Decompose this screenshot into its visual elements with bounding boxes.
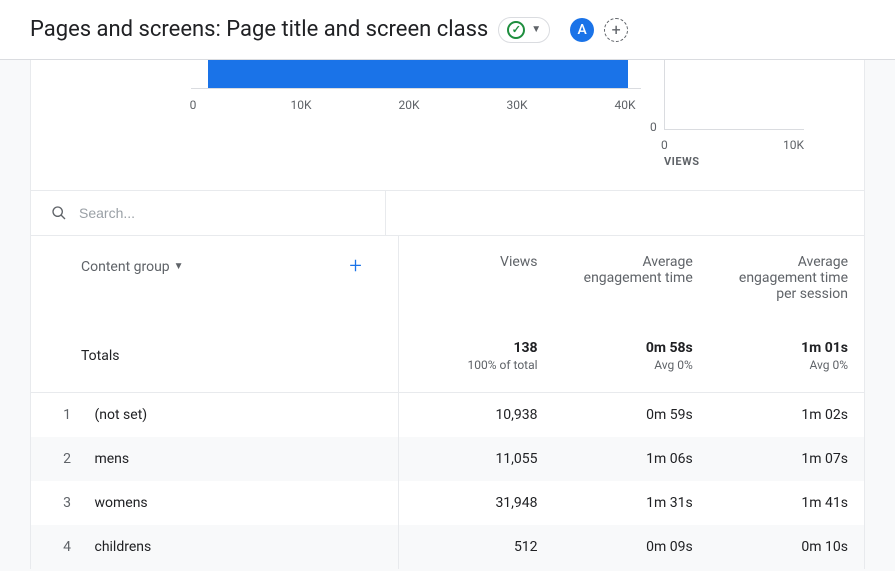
metric-cell: 1m 07s [709, 437, 864, 481]
dimension-value: (not set) [94, 407, 147, 423]
mini-tick: 0 [661, 138, 668, 152]
totals-row: Totals 138 100% of total 0m 58s Avg 0% 1… [31, 320, 864, 393]
controls-spacer [386, 191, 864, 236]
axis-tick: 0 [190, 98, 197, 112]
metric-cell: 0m 09s [554, 525, 709, 569]
metric-cell: 0m 59s [554, 393, 709, 438]
dimension-value: mens [94, 451, 129, 467]
segment-badge-a[interactable]: A [570, 18, 594, 42]
metric-cell: 1m 02s [709, 393, 864, 438]
total-sub: Avg 0% [570, 358, 693, 372]
metric-cell: 31,948 [398, 481, 553, 525]
dimension-value: childrens [94, 539, 151, 555]
total-value: 1m 01s [725, 340, 848, 356]
search-box[interactable] [31, 191, 386, 236]
status-dropdown[interactable]: ✓ ▼ [498, 17, 550, 43]
dimension-label: Content group [81, 259, 170, 275]
check-icon: ✓ [507, 21, 525, 39]
mini-axis-label: VIEWS [664, 155, 700, 168]
header-actions: A + [570, 18, 628, 42]
table-controls [31, 190, 864, 236]
metric-cell: 10,938 [398, 393, 553, 438]
axis-tick: 30K [506, 98, 527, 112]
axis-tick: 40K [614, 98, 635, 112]
total-value: 138 [415, 340, 538, 356]
page-title: Pages and screens: Page title and screen… [30, 17, 488, 42]
search-input[interactable] [79, 205, 365, 221]
row-index: 2 [51, 451, 71, 467]
bar-segment[interactable] [208, 60, 628, 88]
add-dimension-button[interactable]: + [349, 254, 361, 279]
metric-cell: 1m 31s [554, 481, 709, 525]
chevron-down-icon: ▼ [174, 261, 184, 272]
total-sub: Avg 0% [725, 358, 848, 372]
mini-tick: 0 [650, 120, 657, 134]
row-index: 1 [51, 407, 71, 423]
dimension-value: womens [94, 495, 147, 511]
table-row[interactable]: 4 childrens 512 0m 09s 0m 10s [31, 525, 864, 569]
totals-cell: 0m 58s Avg 0% [554, 320, 709, 393]
metric-cell: 11,055 [398, 437, 553, 481]
row-index: 4 [51, 539, 71, 555]
add-segment-button[interactable]: + [604, 18, 628, 42]
total-sub: 100% of total [415, 358, 538, 372]
bar-x-axis [191, 88, 641, 89]
search-icon [51, 205, 67, 221]
dimension-cell: 4 childrens [31, 525, 398, 569]
page-header: Pages and screens: Page title and screen… [0, 0, 895, 60]
totals-label: Totals [31, 320, 398, 393]
axis-tick: 20K [398, 98, 419, 112]
mini-chart: 0 0 10K VIEWS [664, 60, 814, 160]
chart-area: 0 10K 20K 30K 40K 0 0 10K VIEWS [31, 60, 864, 190]
chevron-down-icon: ▼ [531, 24, 541, 35]
mini-x-axis [664, 129, 804, 130]
totals-cell: 138 100% of total [398, 320, 553, 393]
mini-y-axis [664, 60, 665, 130]
column-header[interactable]: Average engagement time per session [709, 236, 864, 320]
axis-tick: 10K [290, 98, 311, 112]
metric-cell: 1m 41s [709, 481, 864, 525]
dimension-cell: 1 (not set) [31, 393, 398, 438]
dimension-cell: 2 mens [31, 437, 398, 481]
table-row[interactable]: 1 (not set) 10,938 0m 59s 1m 02s [31, 393, 864, 438]
dimension-header: Content group ▼ + [31, 236, 398, 320]
column-header[interactable]: Average engagement time [554, 236, 709, 320]
mini-tick: 10K [783, 138, 804, 152]
metric-cell: 0m 10s [709, 525, 864, 569]
metric-cell: 512 [398, 525, 553, 569]
dimension-selector[interactable]: Content group ▼ [81, 259, 184, 275]
data-table: Content group ▼ + Views Average engageme… [31, 236, 864, 569]
report-content: 0 10K 20K 30K 40K 0 0 10K VIEWS C [30, 60, 865, 569]
dimension-cell: 3 womens [31, 481, 398, 525]
column-header[interactable]: Views [398, 236, 553, 320]
table-row[interactable]: 3 womens 31,948 1m 31s 1m 41s [31, 481, 864, 525]
table-row[interactable]: 2 mens 11,055 1m 06s 1m 07s [31, 437, 864, 481]
row-index: 3 [51, 495, 71, 511]
total-value: 0m 58s [570, 340, 693, 356]
metric-cell: 1m 06s [554, 437, 709, 481]
totals-cell: 1m 01s Avg 0% [709, 320, 864, 393]
